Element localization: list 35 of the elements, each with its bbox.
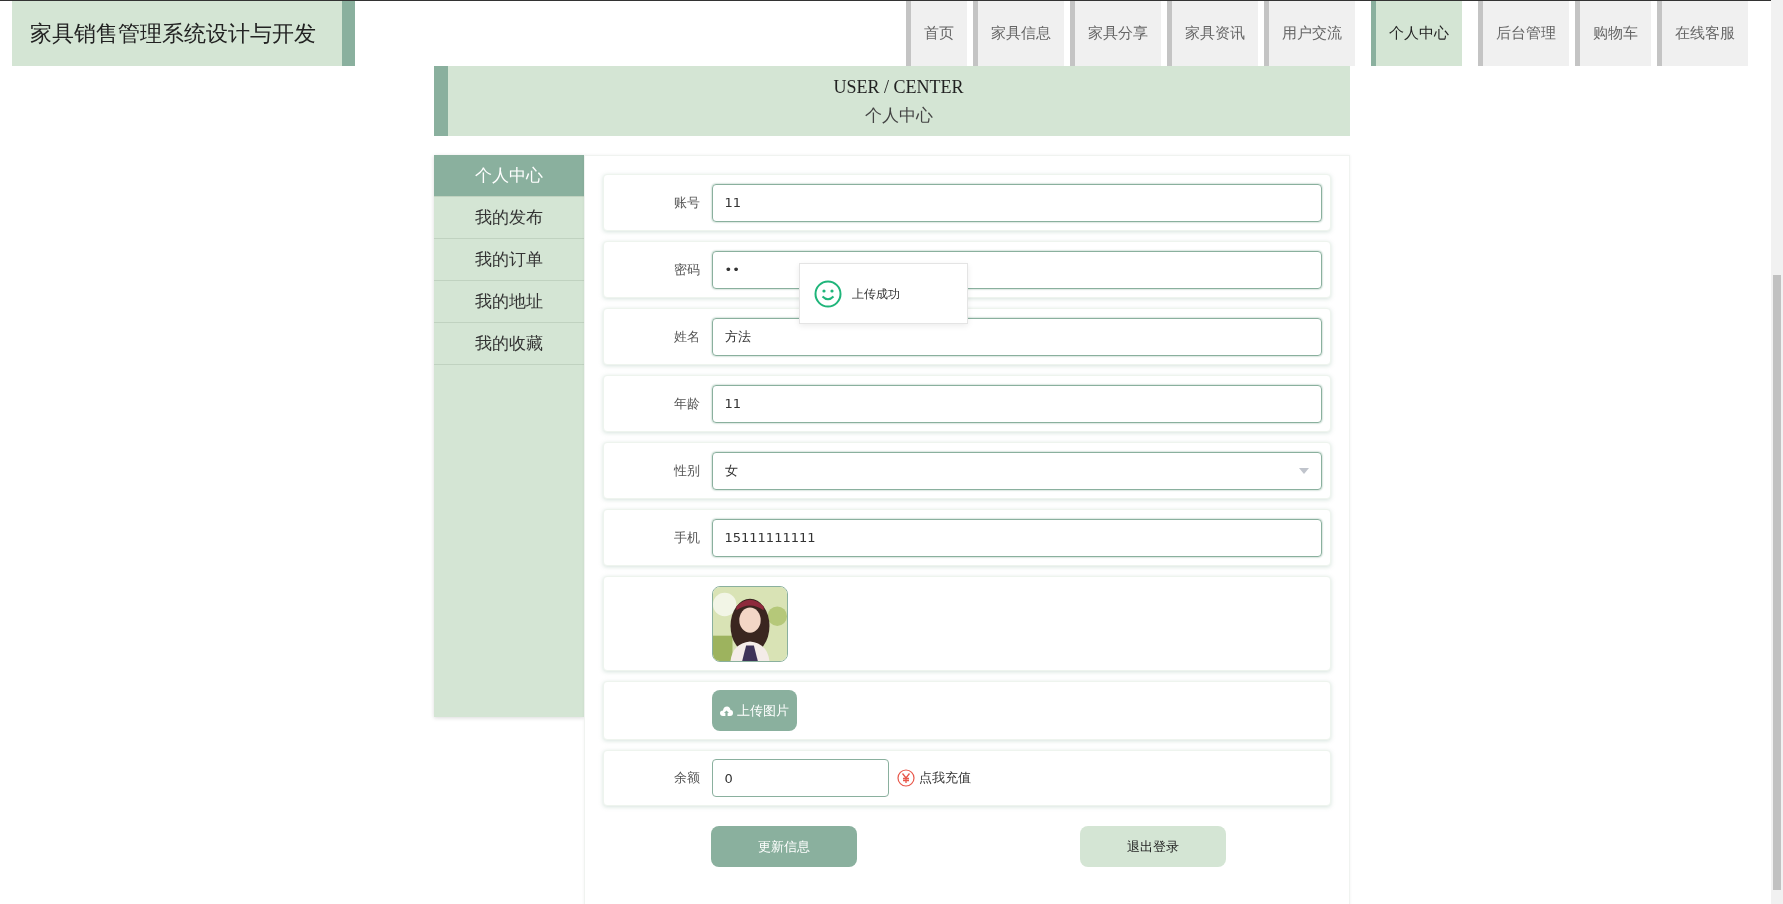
balance-field[interactable]: 0	[711, 759, 889, 797]
input-field[interactable]: 11	[711, 384, 1322, 423]
field-label: 手机	[673, 528, 700, 547]
nav-tab[interactable]: 家具信息	[973, 1, 1064, 66]
logout-button[interactable]: 退出登录	[1079, 826, 1226, 867]
nav-tab[interactable]: 后台管理	[1478, 1, 1569, 66]
nav-tab[interactable]: 在线客服	[1657, 1, 1748, 66]
field-label: 密码	[673, 260, 700, 279]
input-field[interactable]: 11	[711, 183, 1322, 222]
smile-icon	[814, 279, 842, 308]
sidebar-item[interactable]: 我的发布	[433, 197, 584, 239]
sidebar-item[interactable]: 我的订单	[433, 239, 584, 281]
nav-tab[interactable]: 家具分享	[1070, 1, 1161, 66]
select-field[interactable]: 女	[711, 451, 1322, 490]
sidebar-item[interactable]: 我的收藏	[433, 323, 584, 365]
field-label: 性别	[673, 461, 700, 480]
nav-tab[interactable]: 个人中心	[1371, 1, 1462, 66]
banner-title: 个人中心	[864, 104, 933, 127]
nav-tab[interactable]: 购物车	[1575, 1, 1651, 66]
nav-tab[interactable]: 家具资讯	[1167, 1, 1258, 66]
field-label: 余额	[673, 769, 700, 788]
nav-tab[interactable]: 用户交流	[1264, 1, 1355, 66]
banner-title-en: USER / CENTER	[833, 75, 964, 99]
caret-icon	[1298, 467, 1309, 474]
yen-icon	[896, 769, 915, 787]
field-label: 年龄	[673, 394, 700, 413]
nav-tab[interactable]: 首页	[906, 1, 967, 66]
site-title: 家具销售管理系统设计与开发	[12, 1, 355, 66]
cloud-upload-icon	[719, 705, 733, 716]
sidebar-item[interactable]: 我的地址	[433, 281, 584, 323]
input-field[interactable]: 15111111111	[711, 518, 1322, 557]
field-label: 账号	[673, 193, 700, 212]
field-label: 姓名	[673, 327, 700, 346]
input-field[interactable]: 方法	[711, 317, 1322, 356]
recharge-link[interactable]: 点我充值	[896, 768, 971, 788]
